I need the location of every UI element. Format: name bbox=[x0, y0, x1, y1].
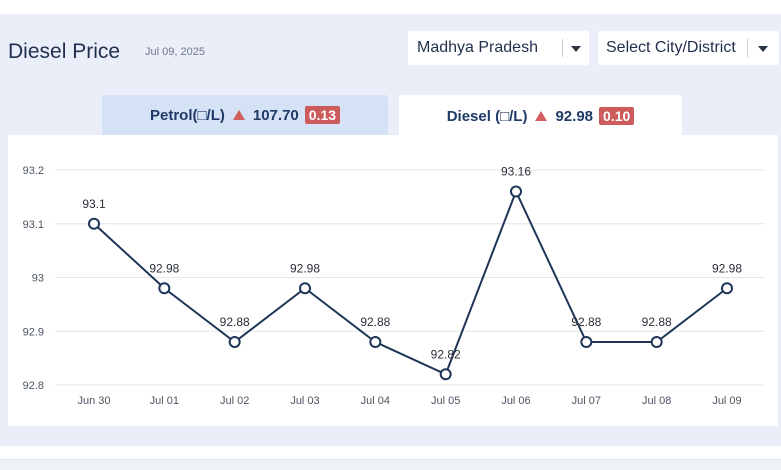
tab-petrol-change-badge: 0.13 bbox=[304, 106, 341, 124]
tab-diesel-label: Diesel (□/L) bbox=[446, 107, 528, 125]
footer-divider bbox=[0, 459, 781, 470]
price-line-chart: 92.8 92.9 93 93.1 93.2 Jun 30 Jul 01 Jul 02 Jul … bbox=[23, 165, 765, 407]
y-tick-label: 92.9 bbox=[23, 326, 44, 338]
data-label: 92.82 bbox=[431, 347, 461, 361]
x-tick-label: Jul 08 bbox=[642, 395, 671, 407]
data-point bbox=[510, 185, 522, 198]
data-point bbox=[650, 336, 663, 348]
x-tick-label: Jul 04 bbox=[361, 395, 390, 407]
chevron-down-icon[interactable] bbox=[571, 46, 581, 52]
city-dropdown[interactable]: Select City/District bbox=[598, 31, 779, 65]
y-tick-label: 93.2 bbox=[23, 165, 44, 177]
data-label: 93.1 bbox=[82, 197, 106, 211]
data-label: 92.88 bbox=[642, 315, 672, 329]
data-label: 92.88 bbox=[220, 315, 250, 329]
tab-petrol[interactable]: Petrol(□/L) 107.70 0.13 bbox=[102, 95, 388, 135]
y-tick-label: 93.1 bbox=[23, 219, 44, 231]
x-tick-label: Jul 05 bbox=[431, 395, 460, 407]
price-up-icon bbox=[232, 110, 245, 120]
y-tick-label: 92.8 bbox=[23, 380, 44, 392]
x-tick-label: Jul 03 bbox=[290, 395, 319, 407]
data-label: 92.98 bbox=[712, 261, 742, 275]
data-label: 92.88 bbox=[360, 315, 390, 329]
data-point bbox=[369, 336, 382, 348]
x-tick-label: Jun 30 bbox=[77, 395, 110, 407]
data-point bbox=[88, 217, 100, 230]
x-tick-label: Jul 06 bbox=[501, 395, 530, 407]
x-tick-label: Jul 02 bbox=[220, 395, 249, 407]
tab-diesel-price: 92.98 bbox=[555, 107, 594, 125]
city-dropdown-value: Select City/District bbox=[606, 39, 736, 56]
tab-diesel[interactable]: Diesel (□/L) 92.98 0.10 bbox=[399, 95, 682, 137]
price-date: Jul 09, 2025 bbox=[145, 46, 205, 58]
price-up-icon bbox=[535, 111, 548, 121]
x-tick-label: Jul 01 bbox=[150, 395, 179, 407]
chart-container: 92.8 92.9 93 93.1 93.2 Jun 30 Jul 01 Jul 02 Jul … bbox=[8, 135, 778, 426]
data-point bbox=[580, 336, 593, 348]
dropdown-separator bbox=[747, 39, 748, 57]
data-point bbox=[299, 282, 311, 295]
page-title: Diesel Price bbox=[8, 40, 121, 63]
x-tick-label: Jul 07 bbox=[572, 395, 601, 407]
data-label: 93.16 bbox=[501, 165, 531, 179]
data-label: 92.98 bbox=[149, 261, 179, 275]
series-line bbox=[93, 188, 728, 376]
x-tick-label: Jul 09 bbox=[712, 395, 741, 407]
state-dropdown-value: Madhya Pradesh bbox=[417, 39, 538, 56]
data-point bbox=[721, 282, 733, 295]
data-label: 92.98 bbox=[290, 261, 320, 275]
chevron-down-icon[interactable] bbox=[758, 46, 768, 52]
state-dropdown[interactable]: Madhya Pradesh bbox=[408, 31, 589, 65]
data-point bbox=[439, 368, 452, 381]
y-tick-label: 93 bbox=[32, 273, 44, 285]
tab-petrol-price: 107.70 bbox=[252, 106, 299, 124]
tab-petrol-label: Petrol(□/L) bbox=[149, 106, 225, 124]
tab-diesel-change-badge: 0.10 bbox=[599, 107, 635, 125]
data-label: 92.88 bbox=[571, 315, 601, 329]
dropdown-separator bbox=[562, 39, 563, 57]
data-point bbox=[158, 282, 171, 295]
data-point bbox=[228, 336, 241, 348]
